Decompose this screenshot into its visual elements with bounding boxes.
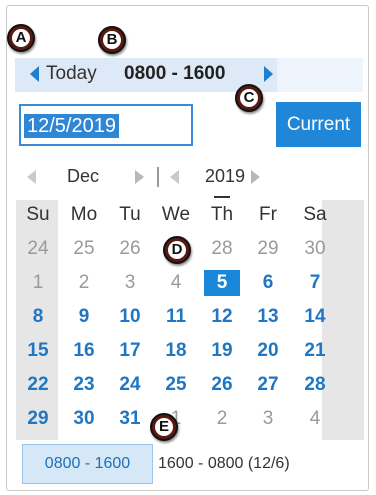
calendar-day[interactable]: 26 xyxy=(112,236,148,262)
date-input-value: 12/5/2019 xyxy=(24,114,119,138)
calendar-day[interactable]: 3 xyxy=(112,270,148,296)
calendar-day[interactable]: 26 xyxy=(204,372,240,398)
calendar-day[interactable]: 24 xyxy=(20,236,56,262)
next-year-icon[interactable] xyxy=(251,170,260,184)
weekday-header: Mo xyxy=(70,204,98,225)
calendar-day[interactable]: 21 xyxy=(297,338,333,364)
month-label: Dec xyxy=(67,166,100,186)
calendar-day[interactable]: 6 xyxy=(250,270,286,296)
weekday-header: Th xyxy=(204,196,240,228)
calendar-day[interactable]: 18 xyxy=(158,338,194,364)
calendar-day[interactable]: 10 xyxy=(112,304,148,330)
calendar-day[interactable]: 4 xyxy=(297,406,333,432)
shift-range-label[interactable]: 0800 - 1600 xyxy=(124,63,225,85)
calendar-day[interactable]: 23 xyxy=(66,372,102,398)
callout-b: B xyxy=(98,26,126,54)
date-input[interactable]: 12/5/2019 xyxy=(19,104,193,146)
weekday-header: Tu xyxy=(119,204,141,225)
calendar-day[interactable]: 16 xyxy=(66,338,102,364)
shift-navigator-extension xyxy=(277,58,363,92)
weekday-header: Sa xyxy=(303,204,327,225)
calendar-day[interactable]: 17 xyxy=(112,338,148,364)
calendar-day[interactable]: 19 xyxy=(204,338,240,364)
calendar-day[interactable]: 30 xyxy=(66,406,102,432)
month-year-separator xyxy=(157,167,159,187)
callout-d: D xyxy=(163,236,191,264)
triangle-right-icon[interactable] xyxy=(264,66,273,82)
callout-a: A xyxy=(7,24,35,52)
weekday-header: Fr xyxy=(259,204,277,225)
calendar-day[interactable]: 25 xyxy=(66,236,102,262)
calendar-day[interactable]: 13 xyxy=(250,304,286,330)
calendar-day[interactable]: 24 xyxy=(112,372,148,398)
weekday-header: We xyxy=(161,204,191,225)
today-weekday-marker xyxy=(214,196,230,198)
calendar-day[interactable]: 31 xyxy=(112,406,148,432)
calendar-day[interactable]: 2 xyxy=(204,406,240,432)
calendar-day[interactable]: 29 xyxy=(20,406,56,432)
calendar-day[interactable]: 28 xyxy=(297,372,333,398)
calendar-day[interactable]: 28 xyxy=(204,236,240,262)
calendar-day[interactable]: 14 xyxy=(297,304,333,330)
calendar-day[interactable]: 9 xyxy=(66,304,102,330)
calendar-day[interactable]: 3 xyxy=(250,406,286,432)
current-button[interactable]: Current xyxy=(276,102,361,147)
callout-c: C xyxy=(235,84,263,112)
calendar-day[interactable]: 12 xyxy=(204,304,240,330)
calendar-day[interactable]: 2 xyxy=(66,270,102,296)
weekday-header: Su xyxy=(26,204,50,225)
calendar-day[interactable]: 7 xyxy=(297,270,333,296)
shift-option-day[interactable]: 0800 - 1600 xyxy=(22,444,153,484)
callout-e: E xyxy=(150,413,178,441)
shift-option-night[interactable]: 1600 - 0800 (12/6) xyxy=(158,444,290,484)
calendar-day[interactable]: 15 xyxy=(20,338,56,364)
calendar-day[interactable]: 27 xyxy=(250,372,286,398)
selected-day[interactable]: 5 xyxy=(204,270,240,296)
calendar-day[interactable]: 11 xyxy=(158,304,194,330)
calendar-day[interactable]: 25 xyxy=(158,372,194,398)
calendar-day[interactable]: 30 xyxy=(297,236,333,262)
today-label[interactable]: Today xyxy=(46,63,97,85)
year-label: 2019 xyxy=(205,166,246,186)
triangle-left-icon[interactable] xyxy=(30,66,39,82)
calendar-day[interactable]: 22 xyxy=(20,372,56,398)
next-month-icon[interactable] xyxy=(135,170,144,184)
calendar-day[interactable]: 8 xyxy=(20,304,56,330)
calendar-day[interactable]: 29 xyxy=(250,236,286,262)
calendar-day[interactable]: 20 xyxy=(250,338,286,364)
prev-month-icon[interactable] xyxy=(27,170,36,184)
prev-year-icon[interactable] xyxy=(170,170,179,184)
calendar-day[interactable]: 1 xyxy=(20,270,56,296)
calendar-day[interactable]: 4 xyxy=(158,270,194,296)
